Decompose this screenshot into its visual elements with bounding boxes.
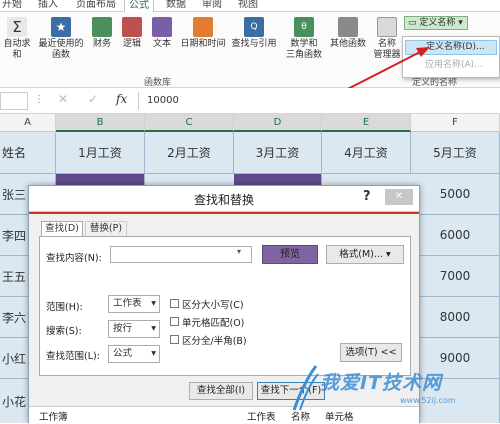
help-icon[interactable]: ? <box>363 189 371 204</box>
find-next-button[interactable]: 查找下一个(F) <box>257 382 325 400</box>
find-what-label: 查找内容(N): <box>46 253 102 264</box>
header-cell[interactable]: 4月工资 <box>322 132 411 173</box>
find-replace-dialog: 查找和替换 ? ✕ 查找(D) 替换(P) 查找内容(N): ▾ 预览 格式(M… <box>28 185 420 424</box>
format-preview: 预览 <box>262 245 318 264</box>
find-panel: 查找内容(N): ▾ 预览 格式(M)... ▾ 范围(H): 工作表 ▾ 搜索(… <box>39 236 411 376</box>
datetime-button[interactable]: 日期和时间 <box>178 14 228 50</box>
sigma-icon: Σ <box>7 17 27 37</box>
column-header-e[interactable]: E <box>322 114 411 132</box>
logical-button[interactable]: 逻辑 <box>118 14 146 50</box>
header-cell[interactable]: 2月工资 <box>145 132 234 173</box>
results-col-cell[interactable]: 单元格 <box>325 409 354 423</box>
find-all-button[interactable]: 查找全部(I) <box>189 382 253 400</box>
value-cell[interactable]: 8000 <box>411 297 500 337</box>
match-case-label: 区分大小写(C) <box>182 300 244 311</box>
recent-functions-button[interactable]: ★ 最近使用的 函数 <box>36 14 86 61</box>
results-col-sheet[interactable]: 工作表 <box>247 409 276 423</box>
lookup-button[interactable]: Q 查找与引用 <box>230 14 278 50</box>
tab-page-layout[interactable]: 页面布局 <box>72 0 120 12</box>
star-icon: ★ <box>51 17 71 37</box>
dialog-title: 查找和替换 <box>193 193 254 207</box>
more-book-icon <box>338 17 358 37</box>
header-cell[interactable]: 3月工资 <box>234 132 322 173</box>
dialog-titlebar: 查找和替换 ? ✕ <box>29 186 419 212</box>
header-cell[interactable]: 1月工资 <box>56 132 145 173</box>
header-cell[interactable]: 姓名 <box>0 132 56 173</box>
value-cell[interactable]: 7000 <box>411 256 500 296</box>
more-dots-icon: ⋮ <box>34 94 44 105</box>
book-icon <box>122 17 142 37</box>
match-case-checkbox[interactable] <box>170 299 179 308</box>
chevron-down-icon: ▾ <box>151 323 156 334</box>
dialog-accent-bar <box>29 212 419 214</box>
close-icon[interactable]: ✕ <box>385 189 413 205</box>
results-col-name[interactable]: 名称 <box>291 409 310 423</box>
match-entire-checkbox[interactable] <box>170 317 179 326</box>
chevron-down-icon[interactable]: ▾ <box>237 247 241 256</box>
tag-icon: ▭ <box>408 18 417 28</box>
value-cell[interactable]: 6000 <box>411 215 500 255</box>
name-box[interactable] <box>0 92 28 110</box>
magnifier-book-icon: Q <box>244 17 264 37</box>
check-icon[interactable]: ✓ <box>88 92 98 106</box>
header-cell[interactable]: 5月工资 <box>411 132 500 173</box>
fx-icon[interactable]: fx <box>116 92 127 106</box>
look-in-label: 查找范围(L): <box>46 351 100 362</box>
tab-replace[interactable]: 替换(P) <box>85 221 127 236</box>
value-cell[interactable] <box>411 379 500 423</box>
tab-data[interactable]: 数据 <box>162 0 190 12</box>
cancel-icon[interactable]: ✕ <box>58 92 68 106</box>
tab-home[interactable]: 开始 <box>0 0 24 12</box>
within-select[interactable]: 工作表 ▾ <box>108 295 160 313</box>
find-what-input[interactable] <box>110 246 252 263</box>
tab-insert[interactable]: 插入 <box>34 0 62 12</box>
column-header-d[interactable]: D <box>234 114 322 132</box>
match-entire-label: 单元格匹配(O) <box>182 318 245 329</box>
text-button[interactable]: 文本 <box>148 14 176 50</box>
table-row: 姓名 1月工资 2月工资 3月工资 4月工资 5月工资 <box>0 132 500 174</box>
value-cell[interactable]: 5000 <box>411 174 500 214</box>
column-header-a[interactable]: A <box>0 114 56 132</box>
column-header-bar: A B C D E F <box>0 114 500 132</box>
name-tag-icon <box>377 17 397 37</box>
match-width-label: 区分全/半角(B) <box>182 336 247 347</box>
value-cell[interactable]: 9000 <box>411 338 500 378</box>
autosum-button[interactable]: Σ 自动求和 <box>0 14 34 61</box>
format-button[interactable]: 格式(M)... ▾ <box>326 245 404 264</box>
group-label-function-library: 函数库 <box>144 78 172 88</box>
options-button[interactable]: 选项(T) << <box>340 343 402 362</box>
results-col-workbook[interactable]: 工作簿 <box>39 409 68 423</box>
match-width-checkbox[interactable] <box>170 335 179 344</box>
results-header: 工作簿 工作表 名称 单元格 <box>29 406 419 424</box>
chevron-down-icon: ▾ <box>151 298 156 309</box>
column-header-b[interactable]: B <box>56 114 145 132</box>
chevron-down-icon: ▾ <box>385 249 391 260</box>
column-header-f[interactable]: F <box>411 114 500 132</box>
formula-bar: ⋮ ✕ ✓ fx 10000 <box>0 88 500 114</box>
chevron-down-icon: ▾ <box>458 18 463 28</box>
chevron-down-icon: ▾ <box>151 348 156 359</box>
look-in-select[interactable]: 公式 ▾ <box>108 345 160 363</box>
within-label: 范围(H): <box>46 302 83 313</box>
ribbon-tab-bar: 开始 插入 页面布局 公式 数据 审阅 视图 <box>0 0 500 13</box>
formula-input[interactable]: 10000 <box>138 92 500 110</box>
clock-book-icon <box>193 17 213 37</box>
financial-button[interactable]: 财务 <box>88 14 116 50</box>
book-icon <box>152 17 172 37</box>
math-button[interactable]: θ 数学和 三角函数 <box>282 14 326 61</box>
theta-book-icon: θ <box>294 17 314 37</box>
tab-review[interactable]: 审阅 <box>198 0 226 12</box>
tab-find[interactable]: 查找(D) <box>41 221 83 236</box>
book-icon <box>92 17 112 37</box>
tab-view[interactable]: 视图 <box>234 0 262 12</box>
search-select[interactable]: 按行 ▾ <box>108 320 160 338</box>
search-label: 搜索(S): <box>46 326 82 337</box>
define-name-button[interactable]: ▭ 定义名称 ▾ <box>404 16 468 30</box>
column-header-c[interactable]: C <box>145 114 234 132</box>
